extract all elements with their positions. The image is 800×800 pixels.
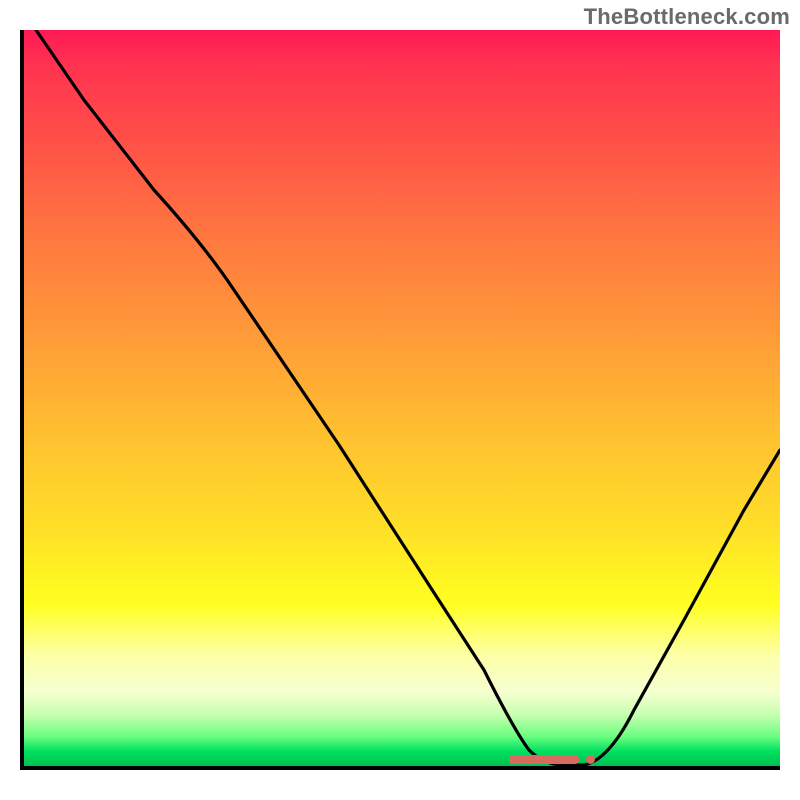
- chart-container: TheBottleneck.com: [0, 0, 800, 800]
- valley-band-marker: [509, 755, 579, 764]
- plot-area: [20, 30, 780, 770]
- bottleneck-curve: [24, 30, 780, 766]
- valley-end-dot: [586, 755, 595, 764]
- watermark-text: TheBottleneck.com: [584, 4, 790, 30]
- curve-path: [36, 30, 780, 765]
